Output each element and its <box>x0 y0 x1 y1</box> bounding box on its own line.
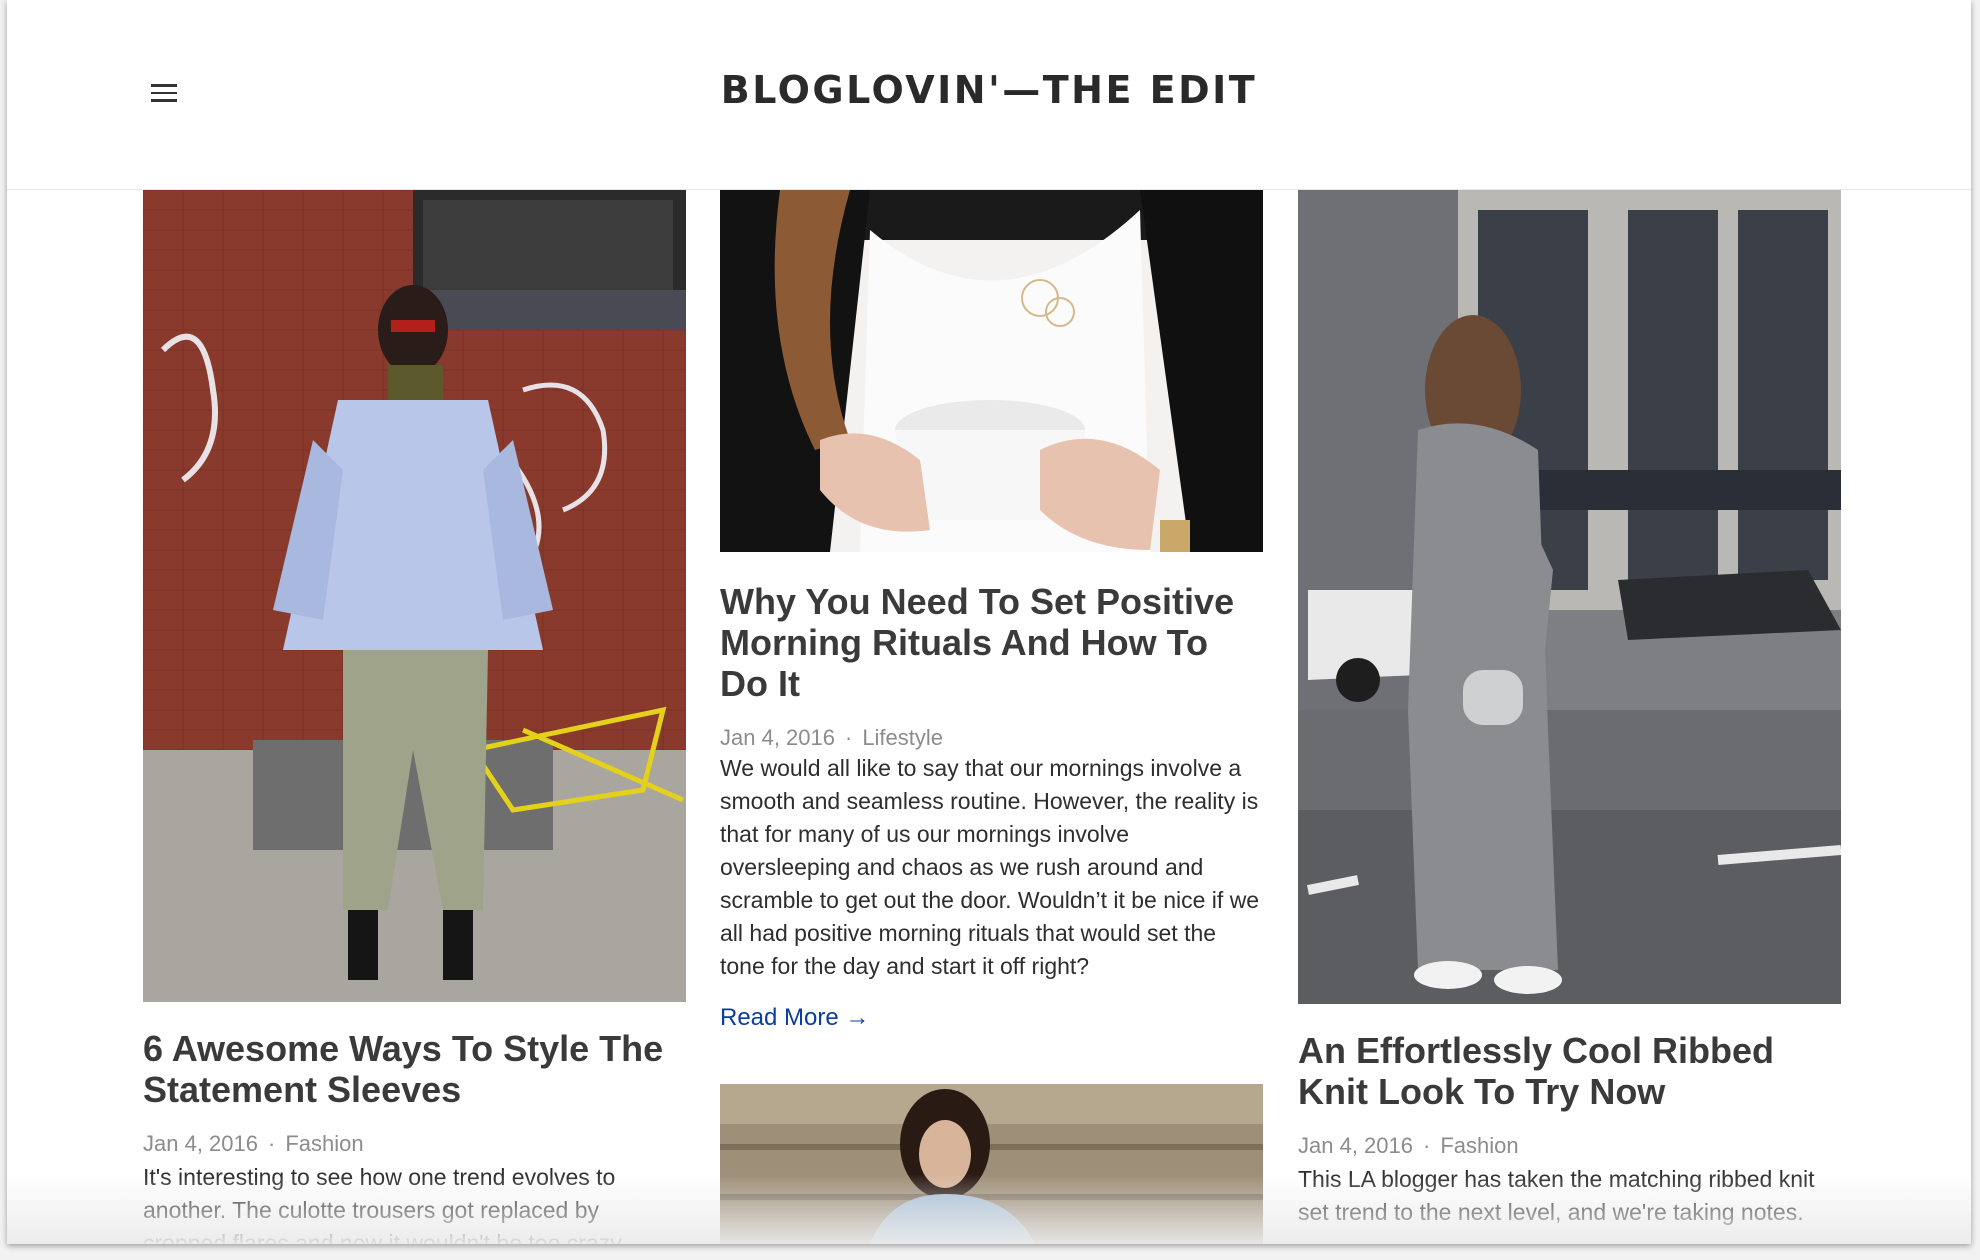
post-title[interactable]: Why You Need To Set Positive Morning Rit… <box>720 581 1263 704</box>
post-image-statement-sleeves[interactable] <box>143 190 686 1002</box>
post-image-next[interactable] <box>720 1084 1263 1244</box>
post-date: Jan 4, 2016 <box>143 1131 258 1156</box>
post-title[interactable]: An Effortlessly Cool Ribbed Knit Look To… <box>1298 1030 1841 1112</box>
post-title[interactable]: 6 Awesome Ways To Style The Statement Sl… <box>143 1028 686 1110</box>
browser-page: BLOGLOVIN'—THE EDIT 6 Awesome Ways To St… <box>7 0 1971 1244</box>
post-category[interactable]: Lifestyle <box>862 725 943 750</box>
post-meta: Jan 4, 2016 · Fashion <box>143 1131 364 1157</box>
site-title[interactable]: BLOGLOVIN'—THE EDIT <box>7 68 1971 112</box>
post-meta: Jan 4, 2016 · Lifestyle <box>720 725 943 751</box>
meta-separator: · <box>1422 1133 1431 1158</box>
post-image-ribbed-knit[interactable] <box>1298 190 1841 1004</box>
site-header: BLOGLOVIN'—THE EDIT <box>7 0 1971 190</box>
meta-separator: · <box>844 725 853 750</box>
post-date: Jan 4, 2016 <box>720 725 835 750</box>
post-category[interactable]: Fashion <box>1440 1133 1518 1158</box>
post-excerpt: This LA blogger has taken the matching r… <box>1298 1166 1815 1225</box>
post-meta: Jan 4, 2016 · Fashion <box>1298 1133 1519 1159</box>
read-more-link[interactable]: Read More → <box>720 1004 869 1032</box>
post-excerpt: We would all like to say that our mornin… <box>720 755 1260 979</box>
post-excerpt: It's interesting to see how one trend ev… <box>143 1164 622 1244</box>
post-date: Jan 4, 2016 <box>1298 1133 1413 1158</box>
post-image-morning-rituals[interactable] <box>720 190 1263 552</box>
post-category[interactable]: Fashion <box>285 1131 363 1156</box>
meta-separator: · <box>267 1131 276 1156</box>
